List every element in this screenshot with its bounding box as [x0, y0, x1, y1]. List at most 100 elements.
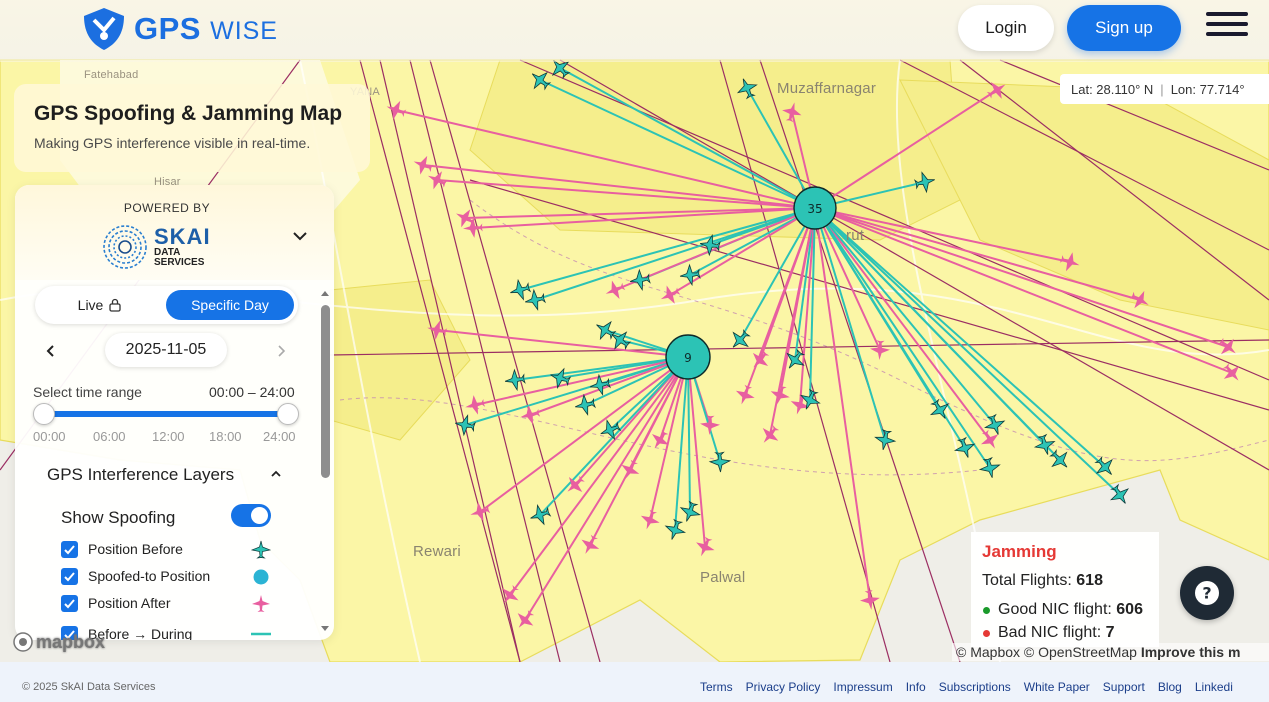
- specific-day-button[interactable]: Specific Day: [166, 290, 294, 320]
- top-header: GPS WISE Login Sign up: [0, 0, 1269, 62]
- footer-link[interactable]: Linkedi: [1195, 680, 1233, 694]
- footer-link[interactable]: Privacy Policy: [746, 680, 821, 694]
- slider-start-handle[interactable]: [33, 403, 55, 425]
- cluster-count: 35: [807, 202, 822, 216]
- checkbox[interactable]: [61, 541, 78, 558]
- page-title: GPS Spoofing & Jamming Map: [34, 102, 343, 125]
- cursor-coordinates: Lat: 28.110° N | Lon: 77.714°: [1060, 74, 1269, 104]
- date-selector: 2025-11-05: [15, 332, 315, 370]
- skai-logo[interactable]: SKAI DATA SERVICES: [101, 223, 211, 271]
- layer-label: Position Before: [88, 541, 183, 557]
- slider-end-handle[interactable]: [277, 403, 299, 425]
- jamming-stats: Jamming Total Flights: 618 Good NIC flig…: [971, 532, 1159, 647]
- mapbox-logo-icon: [13, 632, 33, 652]
- page-subtitle: Making GPS interference visible in real-…: [34, 135, 311, 151]
- footer-link[interactable]: Support: [1103, 680, 1145, 694]
- footer-link[interactable]: Blog: [1158, 680, 1182, 694]
- teal-plane-icon: [251, 540, 271, 559]
- title-card: GPS Spoofing & Jamming Map Making GPS in…: [14, 84, 370, 172]
- tick-label: 18:00: [209, 429, 242, 444]
- tick-label: 24:00: [263, 429, 296, 444]
- cluster-marker[interactable]: 9: [665, 334, 711, 380]
- mode-switch: Live Specific Day: [35, 286, 298, 324]
- layer-spoofed-position: Spoofed-to Position: [61, 567, 291, 587]
- longitude-readout: Lon: 77.714°: [1170, 81, 1245, 97]
- good-nic-label: Good NIC flight:: [998, 601, 1112, 618]
- footer-links: Terms Privacy Policy Impressum Info Subscrip…: [700, 680, 1246, 694]
- control-panel: POWERED BY SKAI DATA SERVICES Live Speci…: [15, 185, 334, 640]
- good-nic-row: Good NIC flight: 606: [982, 601, 1148, 619]
- time-range-label: Select time range: [33, 384, 142, 400]
- sponsor-name: SKAI: [154, 224, 211, 249]
- sponsor-line: SERVICES: [154, 257, 205, 268]
- place-label: rut: [846, 227, 865, 244]
- gpswise-logo[interactable]: GPS WISE: [80, 6, 278, 52]
- layer-label: Position After: [88, 595, 171, 611]
- show-spoofing-toggle[interactable]: [231, 504, 271, 527]
- mapbox-logo-text: mapbox: [36, 631, 106, 652]
- total-flights-label: Total Flights:: [982, 572, 1072, 589]
- improve-map-link[interactable]: Improve this m: [1141, 644, 1241, 660]
- osm-link[interactable]: © OpenStreetMap: [1024, 644, 1137, 660]
- chevron-up-icon[interactable]: [269, 467, 283, 481]
- check-icon: [64, 545, 75, 555]
- place-label: Muzaffarnagar: [777, 80, 877, 97]
- good-nic-value: 606: [1116, 601, 1143, 618]
- place-label: Palwal: [700, 569, 746, 586]
- scroll-down-arrow-icon[interactable]: [318, 623, 332, 635]
- hamburger-menu-icon[interactable]: [1206, 12, 1248, 38]
- signup-button[interactable]: Sign up: [1067, 5, 1181, 51]
- live-mode-label: Live: [77, 297, 104, 313]
- cluster-marker[interactable]: 35: [793, 186, 837, 230]
- live-mode-button[interactable]: Live: [35, 286, 165, 324]
- brand-name: GPS WISE: [134, 11, 278, 46]
- show-spoofing-label: Show Spoofing: [61, 508, 176, 527]
- green-dot-icon: [983, 606, 990, 614]
- help-button[interactable]: ?: [1180, 566, 1234, 620]
- lock-icon: [109, 298, 121, 312]
- chevron-left-icon[interactable]: [43, 342, 59, 360]
- tick-label: 00:00: [33, 429, 66, 444]
- red-dot-icon: [983, 629, 990, 637]
- jamming-title: Jamming: [982, 542, 1057, 561]
- footer-link[interactable]: White Paper: [1024, 680, 1090, 694]
- footer-link[interactable]: Info: [906, 680, 926, 694]
- bad-nic-label: Bad NIC flight:: [998, 624, 1102, 641]
- place-label: Fatehabad: [84, 69, 139, 81]
- scroll-thumb[interactable]: [321, 305, 330, 478]
- layer-label: Spoofed-to Position: [88, 568, 211, 584]
- footer-link[interactable]: Impressum: [833, 680, 892, 694]
- chevron-right-icon[interactable]: [273, 342, 289, 360]
- spiral-logo-icon: [103, 225, 147, 269]
- teal-dot-icon: [253, 569, 269, 585]
- date-picker[interactable]: 2025-11-05: [105, 333, 227, 367]
- time-range-slider[interactable]: [33, 403, 299, 425]
- total-flights: Total Flights: 618: [982, 572, 1148, 590]
- teal-line-icon: [251, 632, 271, 636]
- tick-label: 12:00: [152, 429, 185, 444]
- cluster-count: 9: [684, 351, 692, 365]
- pink-plane-icon: [252, 595, 270, 612]
- layers-heading: GPS Interference Layers: [47, 465, 235, 484]
- total-flights-value: 618: [1076, 572, 1103, 589]
- mapbox-logo[interactable]: mapbox: [12, 631, 105, 653]
- copyright: © 2025 SkAI Data Services: [22, 681, 156, 693]
- panel-scrollbar[interactable]: [318, 285, 332, 637]
- layer-position-before: Position Before: [61, 540, 291, 560]
- checkbox[interactable]: [61, 568, 78, 585]
- scroll-up-arrow-icon[interactable]: [318, 287, 332, 299]
- question-icon: ?: [1195, 581, 1219, 605]
- map-attribution: © Mapbox © OpenStreetMap Improve this m: [952, 643, 1269, 661]
- mapbox-link[interactable]: © Mapbox: [956, 644, 1020, 660]
- check-icon: [64, 572, 75, 582]
- page-footer: © 2025 SkAI Data Services Terms Privacy P…: [0, 662, 1269, 702]
- footer-link[interactable]: Terms: [700, 680, 733, 694]
- chevron-down-icon[interactable]: [291, 227, 309, 245]
- login-button[interactable]: Login: [958, 5, 1054, 51]
- powered-by-label: POWERED BY: [123, 201, 211, 215]
- time-range-value: 00:00 – 24:00: [209, 384, 295, 400]
- place-label: Rewari: [413, 543, 461, 560]
- footer-link[interactable]: Subscriptions: [939, 680, 1011, 694]
- bad-nic-value: 7: [1105, 624, 1115, 641]
- checkbox[interactable]: [61, 595, 78, 612]
